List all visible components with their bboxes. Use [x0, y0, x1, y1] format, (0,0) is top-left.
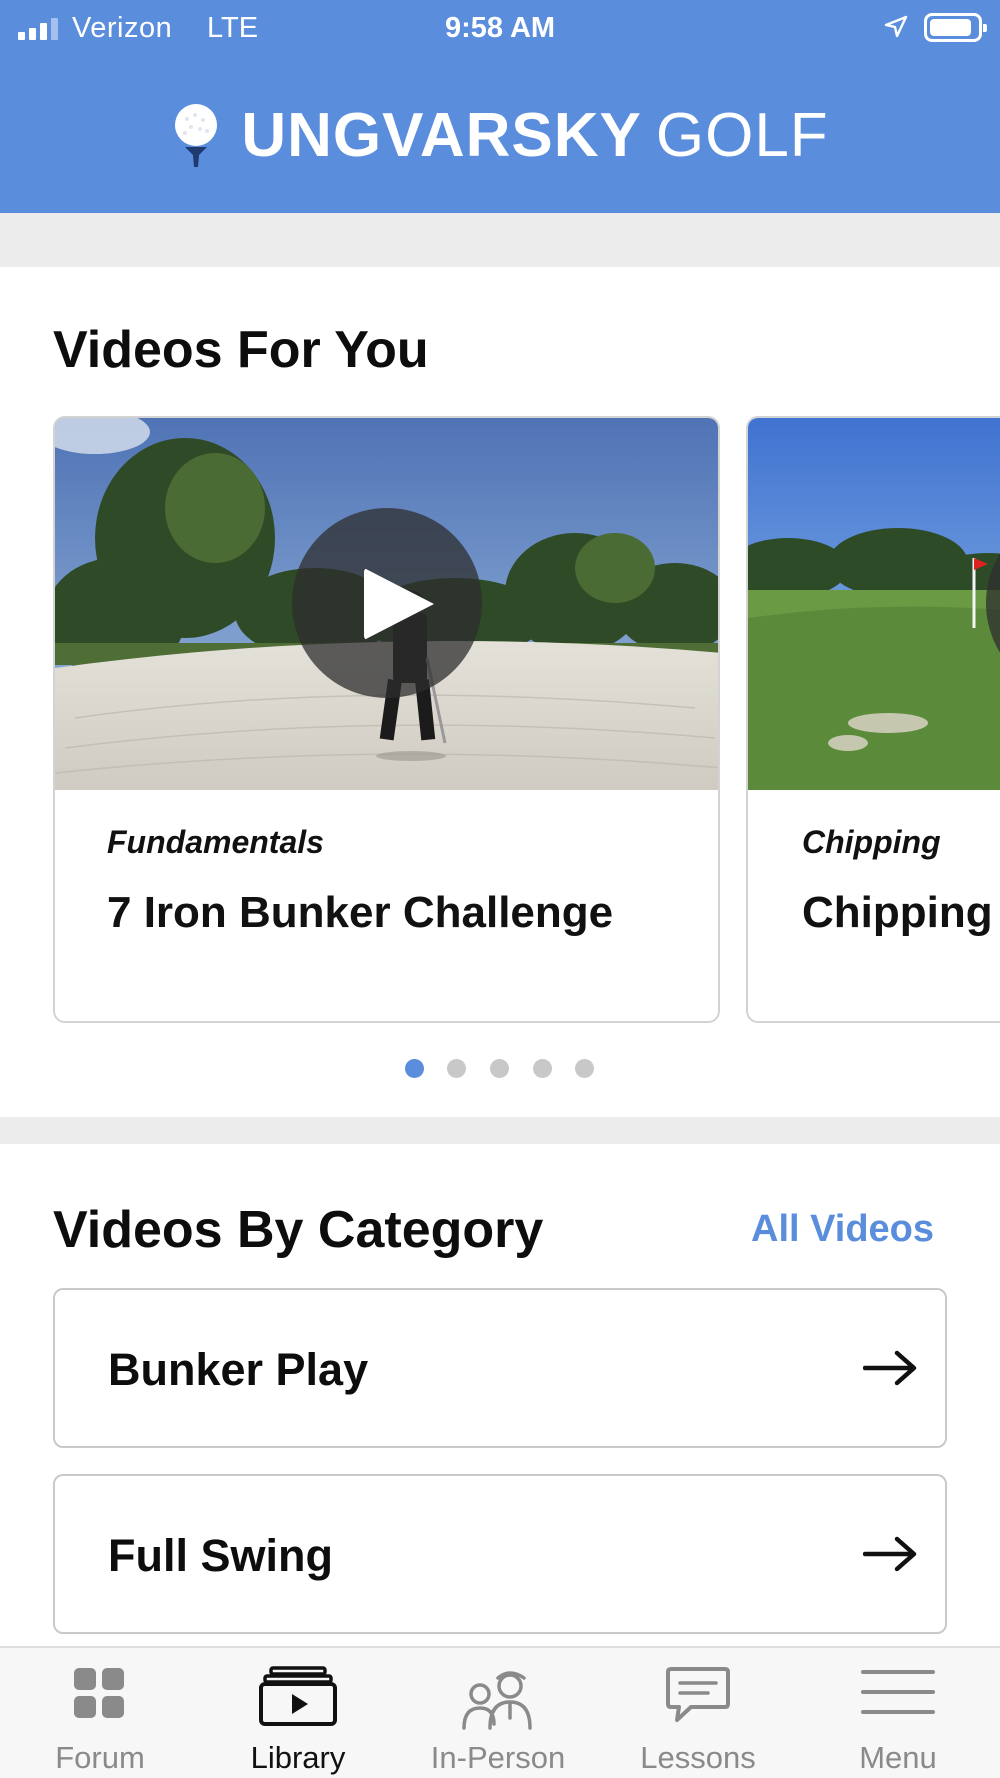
category-row-full-swing[interactable]: Full Swing: [53, 1474, 947, 1634]
pagination-dot[interactable]: [447, 1059, 466, 1078]
tab-menu[interactable]: Menu: [798, 1648, 998, 1778]
tab-label: Forum: [55, 1740, 145, 1775]
videos-for-you-title: Videos For You: [53, 321, 429, 379]
video-thumbnail[interactable]: [748, 418, 1000, 790]
tab-in-person[interactable]: In-Person: [398, 1648, 598, 1778]
pagination-dot[interactable]: [490, 1059, 509, 1078]
video-card[interactable]: Fundamentals 7 Iron Bunker Challenge: [53, 416, 720, 1023]
tab-lessons[interactable]: Lessons: [598, 1648, 798, 1778]
category-label: Full Swing: [108, 1530, 333, 1581]
pagination-dot[interactable]: [575, 1059, 594, 1078]
grid-icon: [74, 1668, 124, 1718]
golf-ball-on-tee-icon: [175, 103, 218, 167]
hamburger-menu-icon: [861, 1670, 935, 1714]
instructor-icon: [462, 1671, 532, 1730]
tab-bar: Forum Library In-Person Lessons Menu: [0, 1646, 1000, 1778]
pagination-dot[interactable]: [405, 1059, 424, 1078]
chat-bubble-icon: [666, 1667, 730, 1722]
video-thumbnail[interactable]: [55, 418, 718, 790]
section-divider: [0, 1117, 1000, 1144]
all-videos-link[interactable]: All Videos: [751, 1208, 934, 1251]
category-label: Bunker Play: [108, 1344, 369, 1395]
battery-icon: [924, 13, 987, 42]
arrow-right-icon: [863, 1536, 917, 1572]
video-category: Fundamentals: [107, 824, 324, 860]
location-arrow-icon: [884, 15, 908, 38]
battery-level: [930, 19, 971, 36]
putting-green-flag-photo: [748, 418, 1000, 790]
brand-name-light: GOLF: [655, 101, 829, 170]
video-card[interactable]: Chipping Chipping: [746, 416, 1000, 1023]
video-title: Chipping: [802, 888, 993, 937]
status-bar: Verizon LTE 9:58 AM: [0, 0, 1000, 56]
video-title: 7 Iron Bunker Challenge: [107, 888, 614, 937]
tab-label: Lessons: [640, 1740, 756, 1775]
video-category: Chipping: [802, 824, 941, 860]
category-row-bunker-play[interactable]: Bunker Play: [53, 1288, 947, 1448]
pagination-dot[interactable]: [533, 1059, 552, 1078]
section-divider: [0, 213, 1000, 267]
tab-label: Menu: [859, 1740, 937, 1775]
arrow-right-icon: [863, 1350, 917, 1386]
play-icon: [364, 568, 434, 640]
status-time: 9:58 AM: [444, 12, 556, 44]
play-button[interactable]: [292, 508, 482, 698]
tab-forum[interactable]: Forum: [0, 1648, 200, 1778]
brand-name-bold: UNGVARSKY: [241, 101, 642, 170]
app-header: Verizon LTE 9:58 AM UNGVARSKY GOLF: [0, 0, 1000, 213]
carousel-pagination[interactable]: [0, 1059, 1000, 1079]
videos-by-category-title: Videos By Category: [53, 1201, 544, 1259]
tab-label: Library: [250, 1740, 346, 1775]
video-library-icon: [259, 1666, 337, 1726]
brand-logo: UNGVARSKY GOLF: [0, 100, 1000, 180]
tab-library[interactable]: Library: [198, 1648, 398, 1778]
tab-label: In-Person: [430, 1740, 566, 1775]
